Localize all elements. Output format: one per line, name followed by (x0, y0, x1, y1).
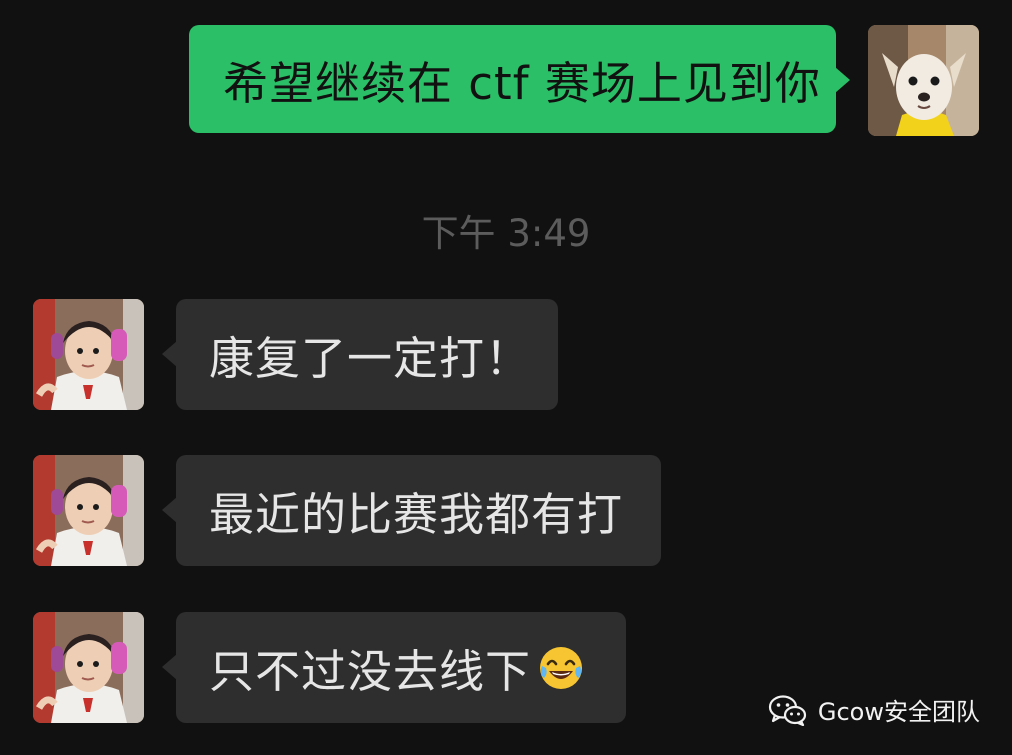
message-text: 希望继续在 ctf 赛场上见到你 (223, 56, 821, 110)
bubble-tail (162, 654, 177, 680)
baby-avatar-icon (33, 612, 144, 723)
bubble-tail (835, 67, 850, 93)
message-text: 最近的比赛我都有打 (209, 488, 624, 541)
watermark: Gcow安全团队 (768, 692, 980, 727)
bubble-tail (162, 497, 177, 523)
baby-avatar-icon (33, 455, 144, 566)
timestamp: 下午 3:49 (421, 212, 591, 255)
outgoing-message-bubble[interactable]: 希望继续在 ctf 赛场上见到你 (189, 25, 850, 133)
message-text: 只不过没去线下 (209, 645, 532, 698)
bubble-tail (162, 341, 177, 367)
wechat-icon (768, 694, 808, 726)
contact-avatar[interactable] (33, 299, 144, 410)
baby-avatar-icon (33, 299, 144, 410)
incoming-message-bubble[interactable]: 只不过没去线下 (162, 612, 626, 723)
my-avatar[interactable] (868, 25, 979, 136)
message-text: 康复了一定打！ (209, 332, 532, 385)
incoming-message-bubble[interactable]: 康复了一定打！ (162, 299, 558, 410)
contact-avatar[interactable] (33, 612, 144, 723)
contact-avatar[interactable] (33, 455, 144, 566)
incoming-message-bubble[interactable]: 最近的比赛我都有打 (162, 455, 661, 566)
dog-avatar-icon (868, 25, 979, 136)
watermark-text: Gcow安全团队 (817, 698, 980, 726)
laughing-emoji-icon (537, 644, 585, 692)
